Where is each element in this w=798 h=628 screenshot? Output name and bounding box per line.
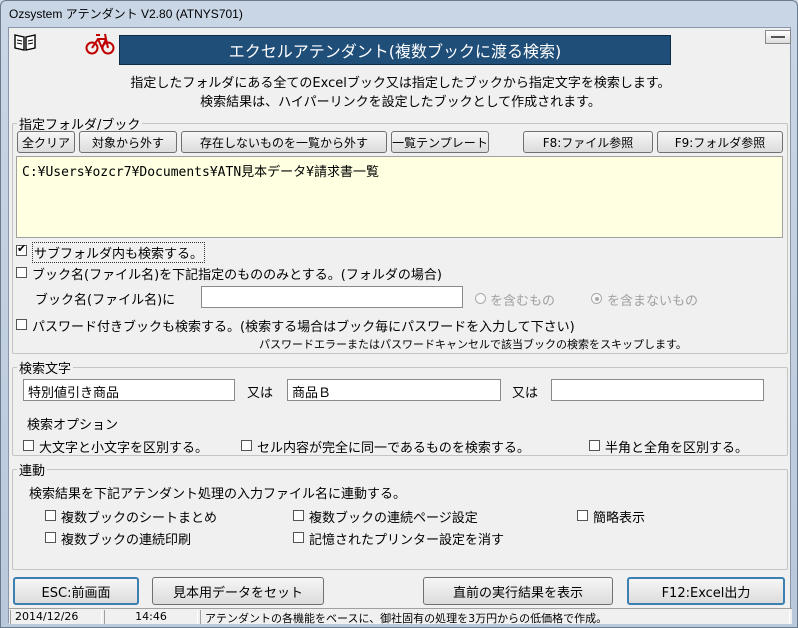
include-radio-label: を含むもの xyxy=(490,294,556,309)
clear-all-button[interactable]: 全クリア xyxy=(17,131,75,153)
book-icon[interactable] xyxy=(13,32,37,52)
include-radio[interactable] xyxy=(475,293,486,304)
clear-printer-checkbox[interactable] xyxy=(293,532,304,543)
bookname-only-label: ブック名(ファイル名)を下記指定のもののみとする。(フォルダの場合) xyxy=(32,268,442,283)
excel-output-button[interactable]: F12:Excel出力 xyxy=(627,577,785,605)
search-section-legend: 検索文字 xyxy=(19,362,72,377)
subfolder-label: サブフォルダ内も検索する。 xyxy=(32,242,206,263)
link-section-legend: 連動 xyxy=(19,464,46,479)
clear-printer-label: 記憶されたプリンター設定を消す xyxy=(309,533,505,548)
esc-back-button[interactable]: ESC:前画面 xyxy=(13,577,139,605)
bookname-only-checkbox[interactable] xyxy=(16,267,27,278)
app-window: Ozsystem アテンダント V2.80 (ATNYS701) エクセルアテン… xyxy=(0,0,798,628)
status-message: アテンダントの各機能をベースに、御社固有の処理を3万円からの低価格で作成。 xyxy=(200,610,790,625)
case-label: 大文字と小文字を区別する。 xyxy=(39,441,209,456)
exclude-button[interactable]: 対象から外す xyxy=(79,131,177,153)
simple-view-label: 簡略表示 xyxy=(593,511,646,526)
search-term-2-input[interactable]: 商品Ｂ xyxy=(287,379,501,401)
or-label-2: 又は xyxy=(512,386,539,401)
status-time: 14:46 xyxy=(104,610,198,624)
width-label: 半角と全角を区別する。 xyxy=(605,441,749,456)
search-options-label: 検索オプション xyxy=(27,418,119,433)
password-note: パスワードエラーまたはパスワードキャンセルで該当ブックの検索をスキップします。 xyxy=(259,338,687,351)
exact-match-checkbox[interactable] xyxy=(241,440,252,451)
bookname-field-label: ブック名(ファイル名)に xyxy=(35,293,176,308)
continuous-print-checkbox[interactable] xyxy=(45,532,56,543)
page-setup-label: 複数ブックの連続ページ設定 xyxy=(309,511,478,526)
password-label: パスワード付きブックも検索する。(検索する場合はブック毎にパスワードを入力して下… xyxy=(32,320,575,335)
folder-list-item[interactable]: C:¥Users¥ozcr7¥Documents¥ATN見本データ¥請求書一覧 xyxy=(22,161,777,180)
exact-match-label: セル内容が完全に同一であるものを検索する。 xyxy=(257,441,530,456)
or-label-1: 又は xyxy=(247,386,274,401)
minimize-button[interactable] xyxy=(765,30,791,44)
list-template-button[interactable]: 一覧テンプレート xyxy=(391,131,489,153)
link-description: 検索結果を下記アテンダント処理の入力ファイル名に連動する。 xyxy=(29,487,407,502)
simple-view-checkbox[interactable] xyxy=(577,510,588,521)
sheet-merge-checkbox[interactable] xyxy=(45,510,56,521)
bicycle-icon xyxy=(85,30,115,56)
folder-list-box[interactable]: C:¥Users¥ozcr7¥Documents¥ATN見本データ¥請求書一覧 xyxy=(16,156,783,238)
remove-missing-button[interactable]: 存在しないものを一覧から外す xyxy=(181,131,387,153)
show-last-result-button[interactable]: 直前の実行結果を表示 xyxy=(423,577,613,605)
file-browse-button[interactable]: F8:ファイル参照 xyxy=(523,131,653,153)
continuous-print-label: 複数ブックの連続印刷 xyxy=(61,533,192,548)
description-line-1: 指定したフォルダにある全てのExcelブック又は指定したブックから指定文字を検索… xyxy=(130,76,671,91)
sheet-merge-label: 複数ブックのシートまとめ xyxy=(61,511,218,526)
description-line-2: 検索結果は、ハイパーリンクを設定したブックとして作成されます。 xyxy=(200,95,601,110)
case-checkbox[interactable] xyxy=(23,440,34,451)
search-term-3-input[interactable] xyxy=(551,379,764,401)
status-bar: 2014/12/26 14:46 アテンダントの各機能をベースに、御社固有の処理… xyxy=(9,608,792,625)
client-area: エクセルアテンダント(複数ブックに渡る検索) 指定したフォルダにある全てのExc… xyxy=(8,27,792,625)
subfolder-checkbox[interactable] xyxy=(16,242,27,256)
page-setup-checkbox[interactable] xyxy=(293,510,304,521)
folder-browse-button[interactable]: F9:フォルダ参照 xyxy=(657,131,783,153)
password-checkbox[interactable] xyxy=(16,319,27,330)
search-term-1-input[interactable]: 特別値引き商品 xyxy=(23,379,235,401)
width-checkbox[interactable] xyxy=(589,440,600,451)
exclude-radio[interactable] xyxy=(591,293,602,304)
window-title: Ozsystem アテンダント V2.80 (ATNYS701) xyxy=(9,7,243,21)
set-sample-data-button[interactable]: 見本用データをセット xyxy=(152,577,324,605)
status-date: 2014/12/26 xyxy=(10,610,102,624)
exclude-radio-label: を含まないもの xyxy=(607,294,699,309)
bookname-input[interactable] xyxy=(201,286,463,308)
page-banner: エクセルアテンダント(複数ブックに渡る検索) xyxy=(119,35,671,65)
